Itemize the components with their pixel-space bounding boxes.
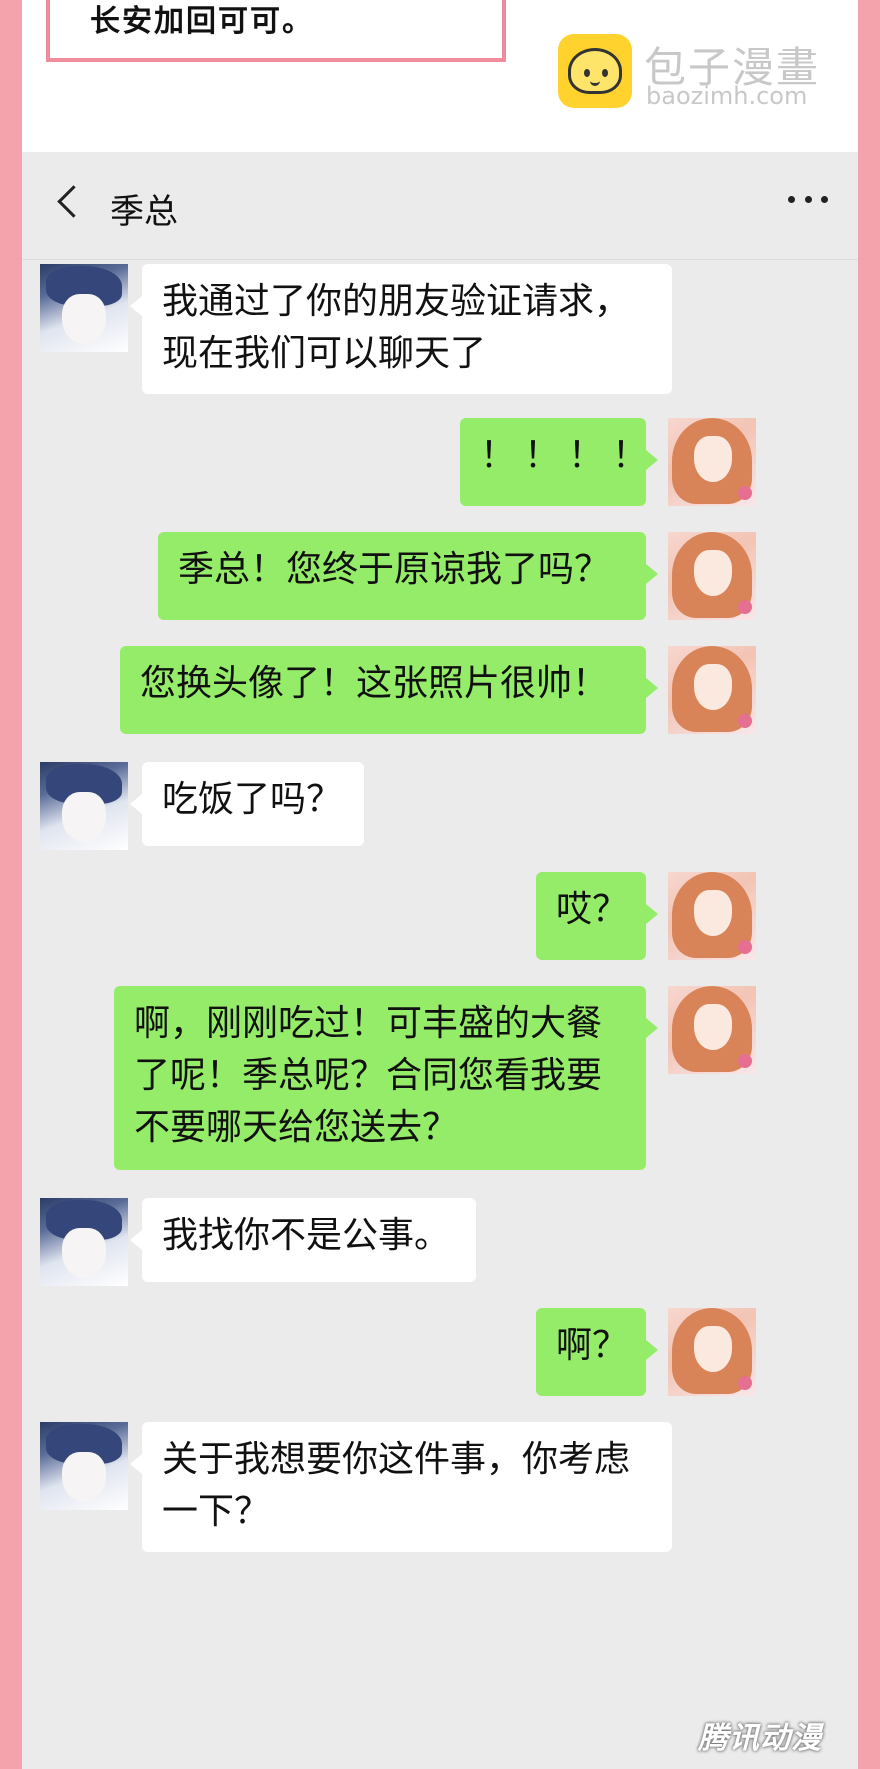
chat-screen: 季总 我通过了你的朋友验证请求， 现在我们可以聊天了 ！！！！ 季总！您终于原谅… [22, 152, 858, 1769]
message-row: 您换头像了！这张照片很帅！ [22, 646, 858, 746]
avatar[interactable] [40, 1198, 128, 1286]
message-bubble: 啊？ [536, 1308, 658, 1396]
message-bubble: 我通过了你的朋友验证请求， 现在我们可以聊天了 [130, 264, 672, 394]
narration-box: 长安加回可可。 [46, 0, 506, 62]
avatar[interactable] [40, 762, 128, 850]
avatar[interactable] [668, 986, 756, 1074]
message-bubble: ！！！！ [460, 418, 658, 506]
bottom-watermark: 腾讯动漫 [698, 1721, 822, 1756]
avatar[interactable] [668, 646, 756, 734]
message-row: 啊？ [22, 1308, 858, 1408]
message-row: 吃饭了吗？ [22, 762, 858, 862]
comic-page: 长安加回可可。 包子漫畫 baozimh.com 季总 我通过了你的朋友验证请求… [0, 0, 880, 1769]
message-row: 我通过了你的朋友验证请求， 现在我们可以聊天了 [22, 264, 858, 414]
baozi-logo-icon [558, 34, 632, 108]
avatar[interactable] [40, 1422, 128, 1510]
comic-panel: 长安加回可可。 包子漫畫 baozimh.com 季总 我通过了你的朋友验证请求… [22, 0, 858, 1769]
chat-title: 季总 [110, 192, 178, 232]
message-row: 季总！您终于原谅我了吗？ [22, 532, 858, 632]
avatar[interactable] [668, 1308, 756, 1396]
chevron-left-icon[interactable] [57, 185, 90, 218]
message-bubble: 关于我想要你这件事，你考虑 一下？ [130, 1422, 672, 1552]
message-row: 关于我想要你这件事，你考虑 一下？ [22, 1422, 858, 1572]
avatar[interactable] [40, 264, 128, 352]
message-bubble: 啊，刚刚吃过！可丰盛的大餐 了呢！季总呢？合同您看我要 不要哪天给您送去？ [114, 986, 658, 1170]
narration-text: 长安加回可可。 [90, 4, 314, 39]
message-bubble: 我找你不是公事。 [130, 1198, 476, 1282]
message-bubble: 吃饭了吗？ [130, 762, 364, 846]
avatar[interactable] [668, 532, 756, 620]
message-row: 啊，刚刚吃过！可丰盛的大餐 了呢！季总呢？合同您看我要 不要哪天给您送去？ [22, 986, 858, 1176]
message-row: 我找你不是公事。 [22, 1198, 858, 1298]
message-bubble: 季总！您终于原谅我了吗？ [158, 532, 658, 620]
chat-header: 季总 [22, 152, 858, 260]
message-row: 哎？ [22, 872, 858, 972]
avatar[interactable] [668, 418, 756, 506]
message-bubble: 哎？ [536, 872, 658, 960]
more-dots-icon[interactable] [788, 196, 828, 204]
watermark: 包子漫畫 baozimh.com [558, 34, 848, 114]
message-row: ！！！！ [22, 418, 858, 518]
message-bubble: 您换头像了！这张照片很帅！ [120, 646, 658, 734]
watermark-url: baozimh.com [646, 82, 808, 110]
avatar[interactable] [668, 872, 756, 960]
